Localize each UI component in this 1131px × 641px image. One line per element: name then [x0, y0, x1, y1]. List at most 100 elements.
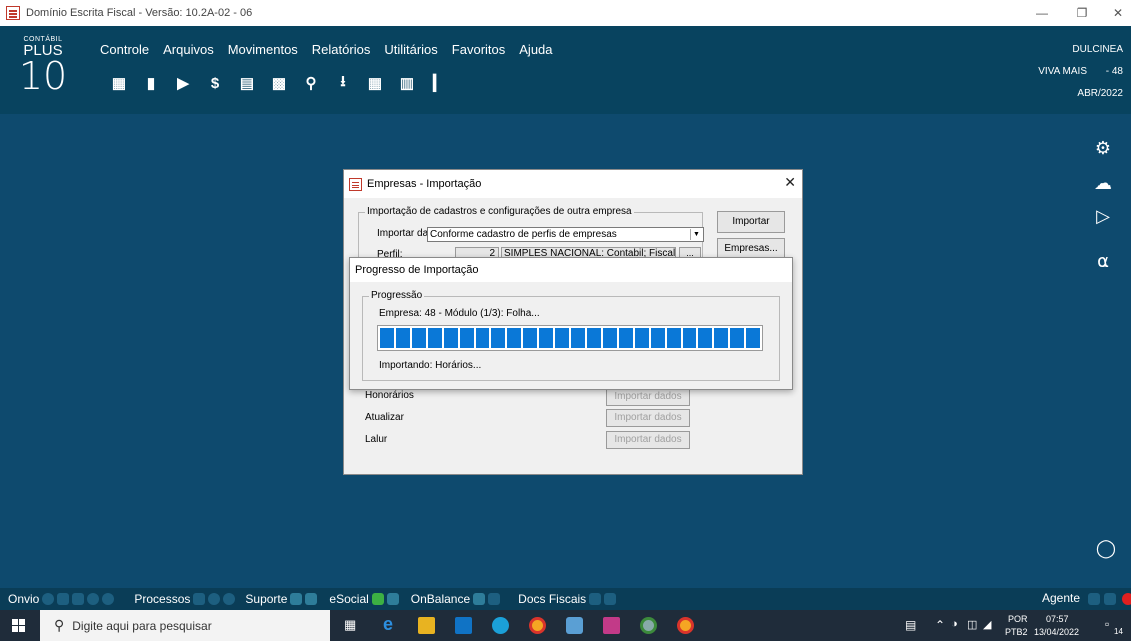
edge-icon[interactable] [492, 617, 509, 634]
import-select[interactable]: Conforme cadastro de perfis de empresas … [427, 227, 704, 242]
onvio-icon[interactable] [42, 593, 55, 605]
notification-icon[interactable]: ▫ [1105, 617, 1109, 631]
progress-segment [539, 328, 554, 348]
menu-utilitarios[interactable]: Utilitários [384, 42, 437, 57]
suporte-label[interactable]: Suporte [245, 592, 287, 606]
toolbar: ▦ ▮ ▶ $ ▤ ▩ ⚲ ⭳ ▦ ▥ ▎ [103, 70, 455, 96]
docs-fiscais-icon[interactable] [589, 593, 602, 605]
docs-fiscais-icon-2[interactable] [604, 593, 617, 605]
importar-dados-honorarios-button[interactable]: Importar dados [606, 388, 690, 406]
importar-button[interactable]: Importar [717, 211, 785, 233]
processos-icon-2[interactable] [208, 593, 221, 605]
menu-relatorios[interactable]: Relatórios [312, 42, 371, 57]
importar-dados-lalur-button[interactable]: Importar dados [606, 431, 690, 449]
lang-primary[interactable]: POR [1008, 614, 1028, 624]
windows-start-icon[interactable] [12, 619, 26, 633]
building-icon[interactable]: ▦ [103, 70, 135, 96]
play-circle-icon[interactable]: ▷ [1090, 203, 1116, 229]
agente-icon[interactable] [1088, 593, 1100, 605]
menu-arquivos[interactable]: Arquivos [163, 42, 214, 57]
headset-icon[interactable]: ⍺ [1090, 248, 1116, 274]
export-icon[interactable]: ▶ [167, 70, 199, 96]
agente-icon-2[interactable] [1104, 593, 1116, 605]
calculator-icon[interactable]: ▦ [359, 70, 391, 96]
menu-favoritos[interactable]: Favoritos [452, 42, 505, 57]
restore-button[interactable]: ❐ [1062, 0, 1102, 26]
dialog-app-icon [349, 177, 362, 191]
file-explorer-icon[interactable] [418, 617, 435, 634]
menu-ajuda[interactable]: Ajuda [519, 42, 552, 57]
outlook-icon[interactable] [455, 617, 472, 634]
progress-bar [377, 325, 763, 351]
settings-gear-icon[interactable]: ⚙ [1090, 135, 1116, 161]
row-label-atualizar: Atualizar [365, 412, 404, 423]
chart-search-icon[interactable]: ▥ [391, 70, 423, 96]
esocial-label[interactable]: eSocial [329, 592, 368, 606]
minimize-button[interactable]: — [1022, 0, 1062, 26]
door-icon[interactable]: ▎ [423, 70, 455, 96]
search-placeholder: Digite aqui para pesquisar [72, 618, 212, 633]
onvio-label[interactable]: Onvio [8, 592, 39, 606]
import-icon[interactable]: ▮ [135, 70, 167, 96]
clock-time[interactable]: 07:57 [1046, 614, 1069, 624]
chat-icon[interactable]: ◯ [1093, 535, 1119, 561]
onbalance-mail-icon[interactable] [473, 593, 486, 605]
task-view-icon[interactable]: ▦ [344, 617, 361, 634]
progress-status: Empresa: 48 - Módulo (1/3): Folha... [379, 308, 540, 319]
lang-secondary[interactable]: PTB2 [1005, 627, 1028, 637]
onvio-icon-3[interactable] [72, 593, 85, 605]
chrome-icon[interactable] [529, 617, 546, 634]
menu-controle[interactable]: Controle [100, 42, 149, 57]
docs-fiscais-label[interactable]: Docs Fiscais [518, 592, 586, 606]
edge-legacy-icon[interactable]: e [383, 614, 400, 634]
onvio-icon-4[interactable] [87, 593, 100, 605]
onbalance-label[interactable]: OnBalance [411, 592, 470, 606]
progress-detail: Importando: Horários... [379, 360, 482, 371]
row-label-honorarios: Honorários [365, 390, 414, 401]
close-button[interactable]: ✕ [1098, 0, 1131, 26]
chevron-up-icon[interactable]: ⌃ [935, 618, 945, 632]
speaker-muted-icon[interactable]: ◢ [983, 618, 991, 631]
processos-icon[interactable] [193, 593, 206, 605]
esocial-doc-icon[interactable] [386, 593, 399, 605]
printer-icon[interactable]: ▤ [231, 70, 263, 96]
news-widget-icon[interactable]: ▤ [905, 618, 916, 632]
chevron-down-icon[interactable]: ▼ [690, 229, 702, 240]
calculator-doc-icon[interactable]: ▩ [263, 70, 295, 96]
importar-dados-atualizar-button[interactable]: Importar dados [606, 409, 690, 427]
chrome-icon-2[interactable] [677, 617, 694, 634]
search-icon[interactable]: ⚲ [295, 70, 327, 96]
progress-segment [427, 328, 442, 348]
progress-segment [730, 328, 745, 348]
menu-movimentos[interactable]: Movimentos [228, 42, 298, 57]
progress-segment [491, 328, 506, 348]
processos-label[interactable]: Processos [134, 592, 190, 606]
clock-date[interactable]: 13/04/2022 [1034, 627, 1079, 637]
agente-label[interactable]: Agente [1042, 591, 1080, 605]
onvio-icon-2[interactable] [57, 593, 70, 605]
dialog-close-icon[interactable]: ✕ [784, 174, 796, 191]
onbalance-download-icon[interactable] [488, 593, 501, 605]
download-icon[interactable]: ⭳ [327, 70, 359, 96]
progress-segment [459, 328, 474, 348]
chrome-profile-icon[interactable] [640, 617, 657, 634]
paint-icon[interactable] [566, 617, 583, 634]
taskbar-search[interactable]: ⚲ Digite aqui para pesquisar [40, 610, 330, 641]
dominio-app-icon[interactable] [603, 617, 620, 634]
progress-dialog-title: Progresso de Importação [350, 258, 792, 282]
progress-group-title: Progressão [369, 290, 425, 301]
suporte-plus-icon[interactable] [290, 593, 303, 605]
progress-dialog: Progresso de Importação Progressão Empre… [349, 257, 793, 390]
progress-segment [714, 328, 729, 348]
processos-icon-3[interactable] [223, 593, 236, 605]
progress-segment [555, 328, 570, 348]
monitor-icon[interactable]: ◫ [967, 618, 977, 631]
esocial-chart-icon[interactable] [371, 593, 384, 605]
network-icon[interactable]: ◑ [951, 618, 958, 630]
cloud-upload-icon[interactable]: ☁ [1090, 170, 1116, 196]
onvio-icon-5[interactable] [102, 593, 115, 605]
search-icon: ⚲ [54, 617, 65, 633]
suporte-doc-icon[interactable] [305, 593, 318, 605]
progress-segment [571, 328, 585, 348]
money-doc-icon[interactable]: $ [199, 70, 231, 96]
